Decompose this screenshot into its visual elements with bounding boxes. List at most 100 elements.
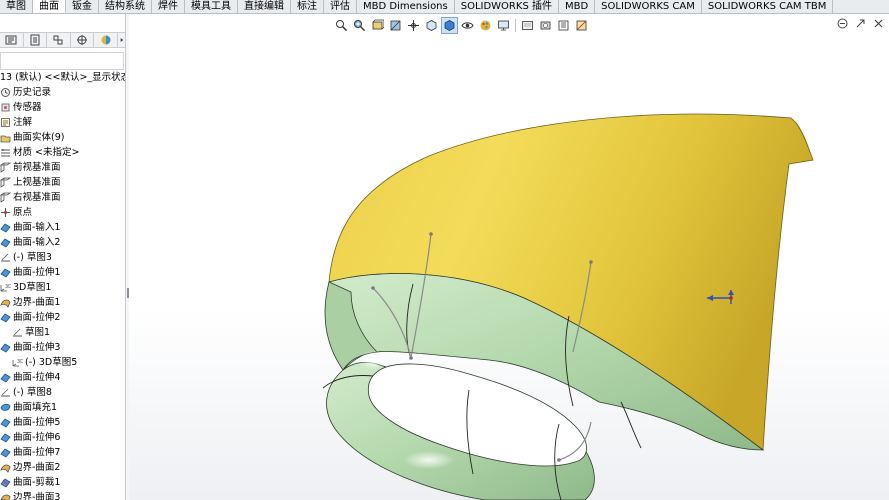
tab-7[interactable]: 标注 [291, 0, 324, 13]
panel-more-arrow-icon[interactable] [118, 33, 125, 47]
tree-item-label: 材质 <未指定> [13, 147, 80, 158]
property-manager-tab[interactable] [24, 33, 48, 47]
tree-item[interactable]: 曲面-剪裁1 [0, 475, 125, 490]
tree-item[interactable]: 历史记录 [0, 85, 125, 100]
tab-5[interactable]: 模具工具 [185, 0, 238, 13]
close-icon[interactable] [871, 16, 885, 30]
tree-item[interactable]: 3D(-) 3D草图5 [0, 355, 125, 370]
capture-image-icon[interactable] [573, 17, 590, 34]
tree-item[interactable]: 曲面实体(9) [0, 130, 125, 145]
tab-4[interactable]: 焊件 [152, 0, 185, 13]
tab-2[interactable]: 钣金 [66, 0, 99, 13]
zoom-to-area-icon[interactable] [351, 17, 368, 34]
annotation-icon [0, 117, 11, 128]
graphics-area[interactable] [129, 14, 889, 500]
section-view-icon[interactable] [387, 17, 404, 34]
view-palette-icon[interactable] [555, 17, 572, 34]
tree-item-label: (-) 3D草图5 [25, 357, 78, 368]
dynamic-annotation-icon[interactable] [405, 17, 422, 34]
tree-item[interactable]: 曲面-拉伸7 [0, 445, 125, 460]
tree-root[interactable]: 13 (默认) <<默认>_显示状态 [0, 70, 125, 85]
tab-12[interactable]: SOLIDWORKS CAM [595, 0, 702, 13]
rendering-tools-icon[interactable] [537, 17, 554, 34]
tree-item[interactable]: 3D3D草图1 [0, 280, 125, 295]
tree-item[interactable]: (-) 草图8 [0, 385, 125, 400]
tree-item[interactable]: 曲面-拉伸6 [0, 430, 125, 445]
tree-item[interactable]: 边界-曲面3 [0, 490, 125, 500]
origin-icon [0, 207, 11, 218]
feature-tree-tab[interactable] [0, 33, 24, 47]
tree-filter-box[interactable] [0, 52, 124, 70]
tree-item-label: 上视基准面 [13, 177, 61, 188]
apply-scene-icon[interactable] [495, 17, 512, 34]
minimize-icon[interactable] [835, 16, 849, 30]
tree-item[interactable]: 曲面-拉伸4 [0, 370, 125, 385]
sketch-icon [0, 387, 11, 398]
tree-item[interactable]: 草图1 [0, 325, 125, 340]
surface-feature-icon [0, 447, 11, 458]
display-manager-tab[interactable] [94, 33, 118, 47]
surface-feature-icon [0, 432, 11, 443]
edit-appearance-icon[interactable] [477, 17, 494, 34]
restore-icon[interactable] [853, 16, 867, 30]
tree-item[interactable]: 边界-曲面2 [0, 460, 125, 475]
surface-model [322, 113, 814, 500]
display-style-icon[interactable] [441, 16, 458, 34]
tab-3[interactable]: 结构系统 [99, 0, 152, 13]
tree-item[interactable]: 曲面-拉伸3 [0, 340, 125, 355]
surface-feature-icon [0, 312, 11, 323]
tree-item[interactable]: 曲面-输入1 [0, 220, 125, 235]
tree-item-label: 边界-曲面1 [13, 297, 61, 308]
tree-item[interactable]: 曲面-拉伸2 [0, 310, 125, 325]
tree-item-label: 原点 [13, 207, 33, 218]
history-icon [0, 87, 11, 98]
configuration-manager-tab[interactable] [47, 33, 71, 47]
view-orientation-icon[interactable] [423, 17, 440, 34]
boundary-surface-icon [0, 297, 11, 308]
boundary-surface-icon [0, 462, 11, 473]
tree-item[interactable]: 曲面-拉伸5 [0, 415, 125, 430]
heads-up-view-toolbar [333, 16, 590, 34]
surface-feature-icon [0, 372, 11, 383]
tab-13[interactable]: SOLIDWORKS CAM TBM [702, 0, 834, 13]
tree-item-label: 边界-曲面2 [13, 462, 61, 473]
hide-show-items-icon[interactable] [459, 17, 476, 34]
tab-11[interactable]: MBD [559, 0, 596, 13]
trim-surface-icon [0, 477, 11, 488]
tab-8[interactable]: 评估 [324, 0, 357, 13]
tree-item-label: 3D草图1 [13, 282, 52, 293]
tree-item[interactable]: (-) 草图3 [0, 250, 125, 265]
command-manager-tabs: 草图 曲面 钣金 结构系统 焊件 模具工具 直接编辑 标注 评估 MBD Dimensions SO… [0, 0, 889, 14]
tube-highlight-ring [403, 451, 455, 469]
fill-surface-icon [0, 402, 11, 413]
window-controls [835, 16, 885, 30]
tree-item[interactable]: 原点 [0, 205, 125, 220]
tree-item[interactable]: 前视基准面 [0, 160, 125, 175]
tab-1[interactable]: 曲面 [33, 0, 66, 13]
tree-item[interactable]: 材质 <未指定> [0, 145, 125, 160]
tree-item-label: 曲面-拉伸5 [13, 417, 61, 428]
tree-item[interactable]: 曲面填充1 [0, 400, 125, 415]
tree-item[interactable]: 曲面-输入2 [0, 235, 125, 250]
tab-6[interactable]: 直接编辑 [238, 0, 291, 13]
tree-item[interactable]: 边界-曲面1 [0, 295, 125, 310]
previous-view-icon[interactable] [369, 17, 386, 34]
feature-tree: 13 (默认) <<默认>_显示状态 历史记录传感器注解 曲面实体(9) 材质 <未指… [0, 70, 125, 500]
tab-9[interactable]: MBD Dimensions [357, 0, 455, 13]
tab-10[interactable]: SOLIDWORKS 插件 [455, 0, 559, 13]
dimxpert-manager-tab[interactable] [71, 33, 95, 47]
tree-item[interactable]: 注解 [0, 115, 125, 130]
surface-feature-icon [0, 222, 11, 233]
tree-item[interactable]: 传感器 [0, 100, 125, 115]
tree-item-label: 曲面-输入2 [13, 237, 61, 248]
tree-item[interactable]: 右视基准面 [0, 190, 125, 205]
tree-item-label: 传感器 [13, 102, 42, 113]
tree-item-label: 曲面-输入1 [13, 222, 61, 233]
tab-0[interactable]: 草图 [0, 0, 33, 13]
zoom-to-fit-icon[interactable] [333, 17, 350, 34]
view-settings-icon[interactable] [519, 17, 536, 34]
tree-item[interactable]: 上视基准面 [0, 175, 125, 190]
feature-manager-panel: 13 (默认) <<默认>_显示状态 历史记录传感器注解 曲面实体(9) 材质 <未指… [0, 14, 126, 500]
tree-item-label: 前视基准面 [13, 162, 61, 173]
tree-item[interactable]: 曲面-拉伸1 [0, 265, 125, 280]
